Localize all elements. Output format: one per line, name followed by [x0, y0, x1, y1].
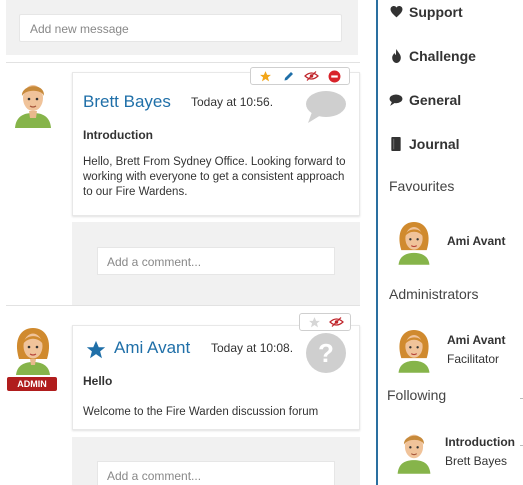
following-title[interactable]: Introduction: [445, 435, 515, 449]
question-icon: ?: [306, 333, 346, 373]
book-icon: [389, 137, 403, 151]
divider: [6, 305, 360, 306]
post-toolbar: [299, 313, 351, 331]
comment-input[interactable]: Add a comment...: [97, 461, 335, 485]
sidebar-item-label: General: [409, 92, 462, 108]
post-timestamp: Today at 10:56.: [191, 95, 274, 109]
hide-eye-icon[interactable]: [304, 69, 320, 83]
following-name: Brett Bayes: [445, 454, 508, 468]
avatar-ami-avant[interactable]: [394, 327, 434, 373]
favourites-heading: Favourites: [389, 178, 455, 194]
sidebar-item-general[interactable]: General: [389, 92, 461, 108]
new-message-input[interactable]: Add new message: [19, 14, 342, 42]
comment-area: Add a comment...: [72, 222, 360, 305]
star-outline-icon[interactable]: [306, 315, 322, 329]
sidebar-item-label: Journal: [409, 136, 460, 152]
sidebar-item-label: Support: [409, 4, 463, 20]
post-subject: Hello: [83, 374, 113, 388]
following-heading: Following: [387, 387, 447, 403]
avatar-ami-avant[interactable]: [11, 325, 55, 375]
admin-badge: ADMIN: [7, 377, 57, 391]
comment-area: Add a comment...: [72, 437, 360, 485]
administrator-name[interactable]: Ami Avant: [447, 333, 505, 347]
post-subject: Introduction: [83, 128, 153, 142]
post-card: Brett Bayes Today at 10:56. Introduction…: [72, 72, 360, 216]
divider: [6, 62, 360, 63]
speech-bubble-icon: [389, 93, 403, 107]
administrator-role: Facilitator: [447, 352, 500, 366]
message-feed: Add new message Brett Bayes Today at 10:…: [0, 0, 376, 485]
administrators-heading: Administrators: [389, 286, 479, 302]
comment-input[interactable]: Add a comment...: [97, 247, 335, 275]
forum-page: Add new message Brett Bayes Today at 10:…: [0, 0, 523, 485]
avatar-brett-bayes[interactable]: [11, 78, 55, 128]
post-author[interactable]: Brett Bayes: [83, 92, 171, 112]
sidebar: Support Challenge General Journal Favour…: [376, 0, 523, 485]
avatar-brett-bayes[interactable]: [394, 428, 434, 474]
heart-icon: [389, 5, 403, 19]
post-timestamp: Today at 10:08.: [211, 341, 294, 355]
sidebar-item-label: Challenge: [409, 48, 476, 64]
delete-icon[interactable]: [327, 69, 343, 83]
post-author[interactable]: Ami Avant: [114, 338, 190, 358]
star-icon[interactable]: [258, 69, 274, 83]
post-toolbar: [250, 67, 350, 85]
post-card: Ami Avant Today at 10:08. ? Hello Welcom…: [72, 325, 360, 430]
star-icon[interactable]: [85, 339, 107, 361]
sidebar-item-journal[interactable]: Journal: [389, 136, 460, 152]
favourite-name[interactable]: Ami Avant: [447, 234, 505, 248]
hide-eye-icon[interactable]: [328, 315, 344, 329]
speech-bubble-icon: [306, 91, 346, 123]
svg-text:?: ?: [318, 338, 334, 368]
avatar-ami-avant[interactable]: [394, 219, 434, 265]
sidebar-item-support[interactable]: Support: [389, 4, 463, 20]
flame-icon: [389, 49, 403, 63]
sidebar-item-challenge[interactable]: Challenge: [389, 48, 476, 64]
post-body: Hello, Brett From Sydney Office. Looking…: [83, 156, 346, 198]
edit-pencil-icon[interactable]: [281, 69, 297, 83]
post-body: Welcome to the Fire Warden discussion fo…: [83, 406, 319, 418]
